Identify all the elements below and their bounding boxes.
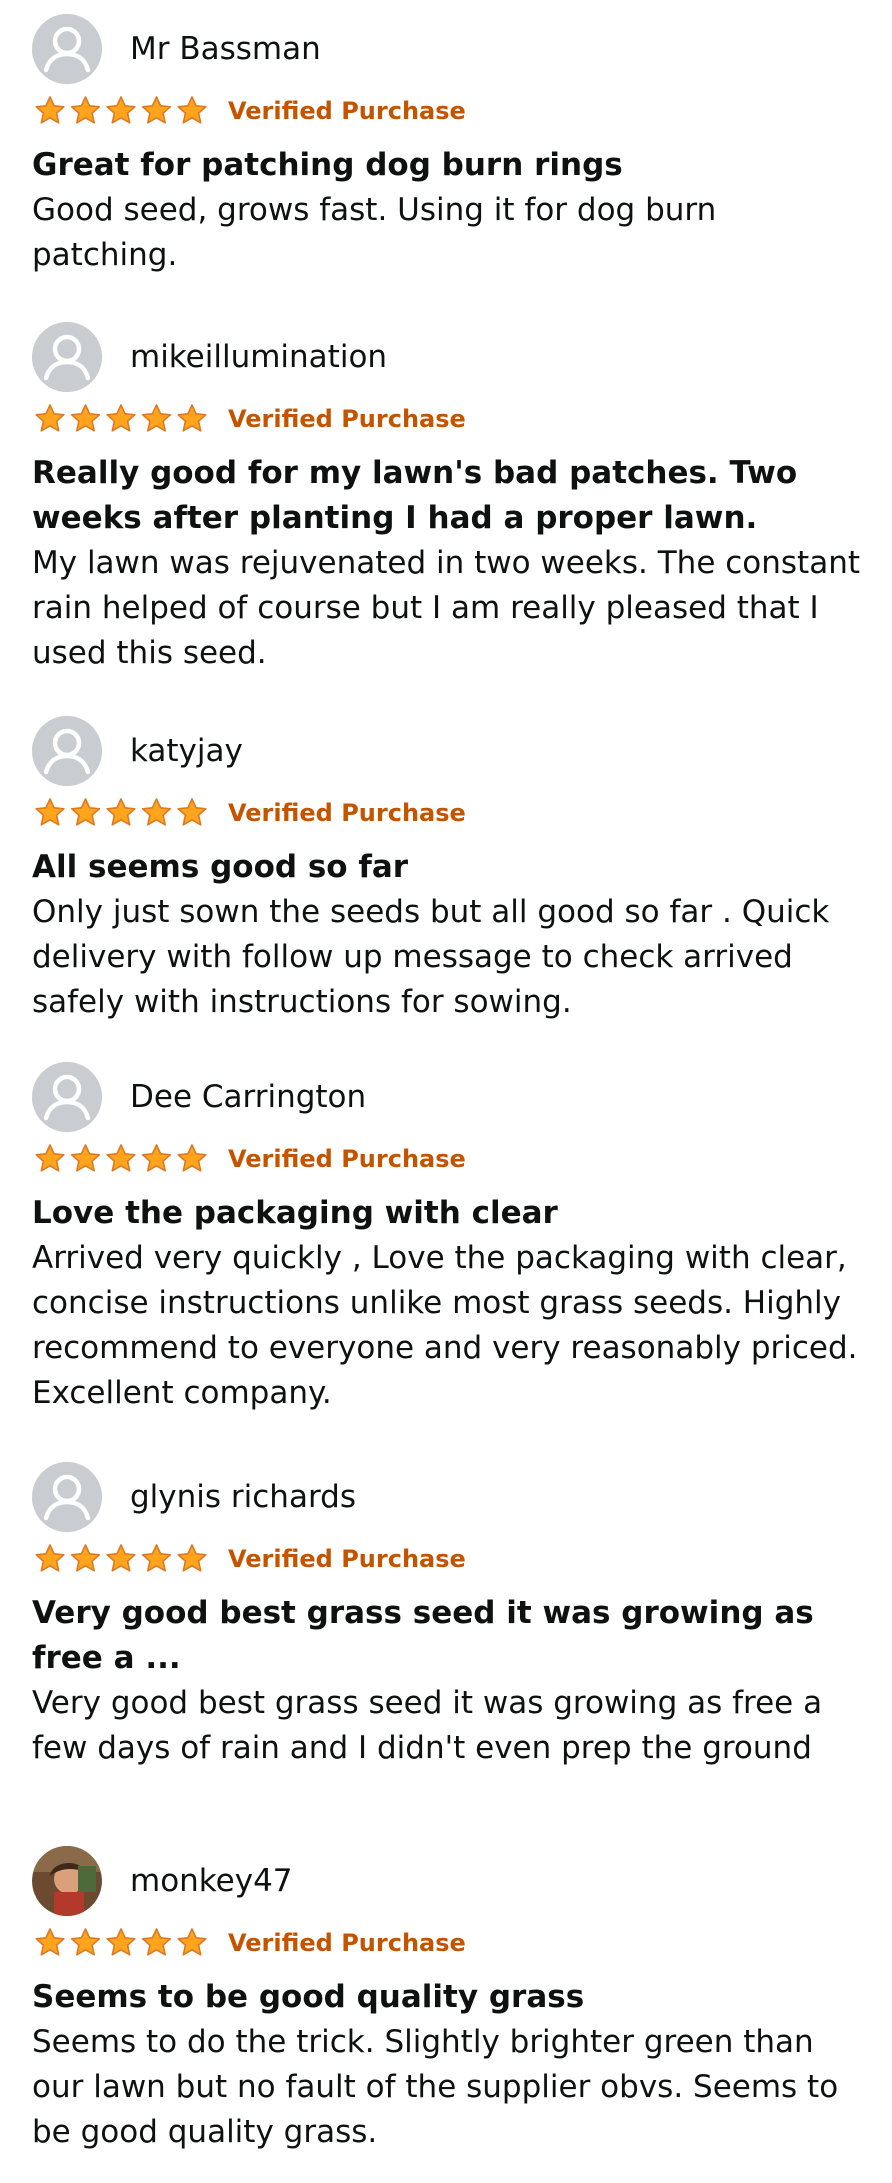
rating-row: Verified Purchase <box>32 1926 872 1960</box>
review-body: Seems to do the trick. Slightly brighter… <box>32 2024 839 2150</box>
reviewer-name[interactable]: monkey47 <box>130 1862 293 1900</box>
review-title[interactable]: All seems good so far <box>32 845 862 890</box>
reviewer-profile[interactable]: katyjay <box>32 716 872 786</box>
default-user-icon <box>32 1462 102 1532</box>
profile-photo-icon <box>32 1846 102 1916</box>
rating-row: Verified Purchase <box>32 94 872 128</box>
review-title[interactable]: Seems to be good quality grass <box>32 1975 862 2020</box>
star-rating[interactable] <box>32 1542 214 1576</box>
reviewer-name[interactable]: Mr Bassman <box>130 30 321 68</box>
rating-row: Verified Purchase <box>32 1542 872 1576</box>
reviewer-profile[interactable]: Mr Bassman <box>32 14 872 84</box>
review-title[interactable]: Really good for my lawn's bad patches. T… <box>32 451 862 541</box>
rating-row: Verified Purchase <box>32 796 872 830</box>
verified-purchase-badge: Verified Purchase <box>228 405 466 433</box>
reviewer-name[interactable]: mikeillumination <box>130 338 387 376</box>
reviewer-name[interactable]: Dee Carrington <box>130 1078 366 1116</box>
review-card: glynis richards Verified Purchase Very g… <box>0 1462 892 1792</box>
review-card: Mr Bassman Verified Purchase Great for p… <box>0 14 892 284</box>
reviewer-profile[interactable]: glynis richards <box>32 1462 872 1532</box>
star-rating[interactable] <box>32 1926 214 1960</box>
reviewer-name[interactable]: glynis richards <box>130 1478 356 1516</box>
review-body: Only just sown the seeds but all good so… <box>32 894 830 1020</box>
review-body: My lawn was rejuvenated in two weeks. Th… <box>32 545 861 671</box>
verified-purchase-badge: Verified Purchase <box>228 1929 466 1957</box>
default-user-icon <box>32 322 102 392</box>
review-card: monkey47 Verified Purchase Seems to be g… <box>0 1846 892 2156</box>
review-body: Very good best grass seed it was growing… <box>32 1685 823 1766</box>
rating-row: Verified Purchase <box>32 402 872 436</box>
review-card: katyjay Verified Purchase All seems good… <box>0 716 892 1026</box>
review-card: mikeillumination Verified Purchase Reall… <box>0 322 892 692</box>
rating-row: Verified Purchase <box>32 1142 872 1176</box>
default-user-icon <box>32 14 102 84</box>
default-user-icon <box>32 716 102 786</box>
review-title[interactable]: Very good best grass seed it was growing… <box>32 1591 862 1681</box>
default-user-icon <box>32 1062 102 1132</box>
review-title[interactable]: Love the packaging with clear <box>32 1191 862 1236</box>
reviewer-profile[interactable]: monkey47 <box>32 1846 872 1916</box>
star-rating[interactable] <box>32 402 214 436</box>
star-rating[interactable] <box>32 94 214 128</box>
verified-purchase-badge: Verified Purchase <box>228 1145 466 1173</box>
verified-purchase-badge: Verified Purchase <box>228 97 466 125</box>
star-rating[interactable] <box>32 796 214 830</box>
reviewer-profile[interactable]: mikeillumination <box>32 322 872 392</box>
review-card: Dee Carrington Verified Purchase Love th… <box>0 1062 892 1412</box>
verified-purchase-badge: Verified Purchase <box>228 799 466 827</box>
reviewer-name[interactable]: katyjay <box>130 732 243 770</box>
review-body: Arrived very quickly , Love the packagin… <box>32 1240 858 1411</box>
reviewer-profile[interactable]: Dee Carrington <box>32 1062 872 1132</box>
review-body: Good seed, grows fast. Using it for dog … <box>32 192 717 273</box>
review-title[interactable]: Great for patching dog burn rings <box>32 143 862 188</box>
star-rating[interactable] <box>32 1142 214 1176</box>
verified-purchase-badge: Verified Purchase <box>228 1545 466 1573</box>
